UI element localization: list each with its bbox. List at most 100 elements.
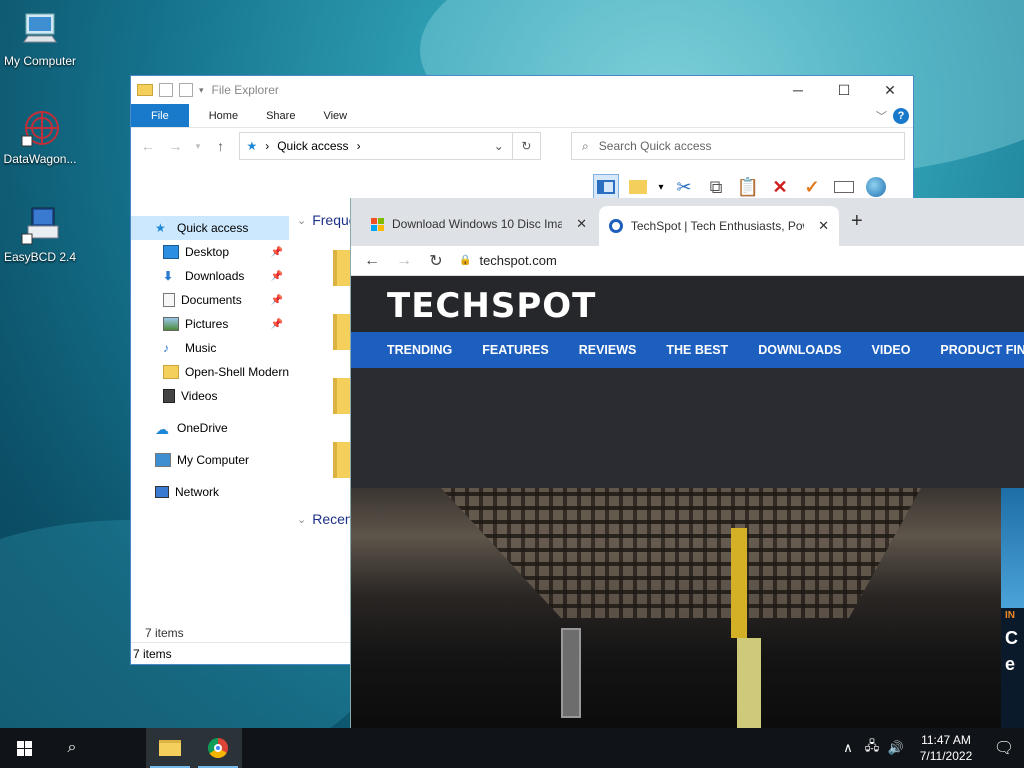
delete-icon[interactable]: ✕ xyxy=(767,174,793,200)
new-tab-button[interactable]: + xyxy=(851,210,863,233)
paste-icon[interactable]: 📋 xyxy=(735,174,761,200)
nav-item-pictures[interactable]: Pictures 📌 xyxy=(131,312,289,336)
ribbon-tabs: File Home Share View ﹀ ? xyxy=(131,104,913,128)
help-icon[interactable]: ? xyxy=(893,108,909,124)
chrome-window: Download Windows 10 Disc Imag ✕ TechSpot… xyxy=(350,198,1024,728)
nav-item-music[interactable]: ♪ Music xyxy=(131,336,289,360)
desktop-icon-easybcd[interactable]: EasyBCD 2.4 xyxy=(0,206,80,264)
clock[interactable]: 11:47 AM 7/11/2022 xyxy=(908,732,984,764)
nav-item-open-shell[interactable]: Open-Shell Modern xyxy=(131,360,289,384)
tab-view[interactable]: View xyxy=(309,104,361,127)
cloud-icon: ☁ xyxy=(155,421,169,437)
search-icon: ⌕ xyxy=(582,138,589,153)
refresh-button[interactable]: ↻ xyxy=(511,132,542,160)
tab-share[interactable]: Share xyxy=(252,104,309,127)
url-text: techspot.com xyxy=(479,253,557,268)
address-bar[interactable]: ★ › Quick access › ⌄ xyxy=(239,132,513,160)
desktop-icon xyxy=(163,245,179,259)
frequent-folders-header[interactable]: ⌄ Freque xyxy=(297,212,357,228)
omnibox[interactable]: 🔒 techspot.com xyxy=(459,253,557,268)
nav-link-product-finder[interactable]: PRODUCT FIND xyxy=(940,343,1024,357)
star-icon: ★ xyxy=(246,139,258,153)
navigation-pane: ★ Quick access Desktop 📌 ⬇ Downloads 📌 D… xyxy=(131,216,289,504)
start-button[interactable] xyxy=(0,728,48,768)
show-hidden-icons-icon[interactable]: ∧ xyxy=(836,740,860,756)
back-icon[interactable]: ← xyxy=(363,252,381,270)
recent-files-header[interactable]: ⌄ Recen xyxy=(297,511,353,527)
nav-link-video[interactable]: VIDEO xyxy=(872,343,911,357)
star-icon: ★ xyxy=(155,221,166,235)
taskbar-file-explorer[interactable] xyxy=(146,728,194,768)
shell-icon[interactable] xyxy=(863,174,889,200)
nav-item-documents[interactable]: Documents 📌 xyxy=(131,288,289,312)
recent-locations-icon[interactable]: ▾ xyxy=(194,141,202,152)
window-title: File Explorer xyxy=(211,83,279,97)
nav-item-onedrive[interactable]: ☁ OneDrive xyxy=(131,416,289,440)
pin-icon: 📌 xyxy=(270,294,283,306)
browser-tab-windows[interactable]: Download Windows 10 Disc Imag ✕ xyxy=(361,208,597,240)
nav-link-trending[interactable]: TRENDING xyxy=(387,343,452,357)
taskbar-chrome[interactable] xyxy=(194,728,242,768)
notification-icon[interactable]: 🗨 xyxy=(984,738,1024,758)
nav-link-downloads[interactable]: DOWNLOADS xyxy=(758,343,841,357)
site-nav: TRENDING FEATURES REVIEWS THE BEST DOWNL… xyxy=(351,332,1024,368)
folder-icon[interactable] xyxy=(137,84,153,96)
nav-item-my-computer[interactable]: My Computer xyxy=(131,448,289,472)
close-tab-icon[interactable]: ✕ xyxy=(818,218,829,234)
desktop-icon-datawagon[interactable]: DataWagon... xyxy=(0,108,80,166)
customize-qat-icon[interactable]: ▾ xyxy=(199,85,204,96)
up-icon[interactable]: ↑ xyxy=(212,138,230,154)
tab-file[interactable]: File xyxy=(131,104,189,127)
nav-link-reviews[interactable]: REVIEWS xyxy=(579,343,637,357)
cut-icon[interactable]: ✂ xyxy=(671,174,697,200)
breadcrumb-separator-icon: › xyxy=(356,139,361,153)
nav-item-videos[interactable]: Videos xyxy=(131,384,289,408)
techspot-icon xyxy=(609,219,623,233)
nav-item-desktop[interactable]: Desktop 📌 xyxy=(131,240,289,264)
volume-icon[interactable]: 🔊 xyxy=(884,740,908,756)
lock-icon: 🔒 xyxy=(459,255,472,266)
doorway xyxy=(561,628,581,718)
expand-ribbon-icon[interactable]: ﹀ xyxy=(876,108,887,124)
new-folder-toolbar-icon[interactable] xyxy=(625,174,651,200)
forward-icon[interactable]: → xyxy=(167,138,185,154)
nav-item-quick-access[interactable]: ★ Quick access xyxy=(131,216,289,240)
nav-item-network[interactable]: Network xyxy=(131,480,289,504)
computer-icon xyxy=(20,10,60,50)
pictures-icon xyxy=(163,317,179,331)
article-card-tag: IN xyxy=(1005,610,1015,621)
new-folder-icon[interactable] xyxy=(179,83,193,97)
download-icon: ⬇ xyxy=(163,269,174,283)
maximize-button[interactable]: ☐ xyxy=(821,76,867,104)
copy-icon[interactable]: ⧉ xyxy=(703,174,729,200)
close-tab-icon[interactable]: ✕ xyxy=(576,216,587,232)
tab-home[interactable]: Home xyxy=(195,104,252,127)
nav-item-downloads[interactable]: ⬇ Downloads 📌 xyxy=(131,264,289,288)
site-logo[interactable]: TECHSPOT xyxy=(387,286,596,326)
address-text: Quick access xyxy=(277,139,349,153)
close-button[interactable]: ✕ xyxy=(867,76,913,104)
minimize-button[interactable]: ─ xyxy=(775,76,821,104)
article-card[interactable]: IN C e xyxy=(1001,488,1024,728)
datawagon-icon xyxy=(20,108,60,148)
hero-image[interactable] xyxy=(351,488,1001,728)
navigation-pane-icon[interactable] xyxy=(593,174,619,200)
checkmark-icon[interactable]: ✓ xyxy=(799,174,825,200)
browser-tab-techspot[interactable]: TechSpot | Tech Enthusiasts, Pow ✕ xyxy=(599,206,839,246)
desktop-icon-my-computer[interactable]: My Computer xyxy=(0,10,80,68)
search-button[interactable]: ⌕ xyxy=(48,728,96,768)
search-input[interactable]: ⌕ Search Quick access xyxy=(571,132,905,160)
chevron-down-icon[interactable]: ⌄ xyxy=(494,139,504,153)
nav-link-features[interactable]: FEATURES xyxy=(482,343,548,357)
article-card-title: C xyxy=(1005,628,1018,648)
nav-link-the-best[interactable]: THE BEST xyxy=(666,343,728,357)
videos-icon xyxy=(163,389,175,403)
properties-icon[interactable] xyxy=(159,83,173,97)
forward-icon[interactable]: → xyxy=(395,252,413,270)
rename-icon[interactable] xyxy=(831,174,857,200)
reload-icon[interactable]: ↻ xyxy=(427,251,445,271)
back-icon[interactable]: ← xyxy=(139,138,157,154)
tab-strip: Download Windows 10 Disc Imag ✕ TechSpot… xyxy=(351,198,1024,246)
network-icon[interactable]: 🖧 xyxy=(860,737,884,759)
dropdown-icon[interactable]: ▾ xyxy=(657,174,665,200)
